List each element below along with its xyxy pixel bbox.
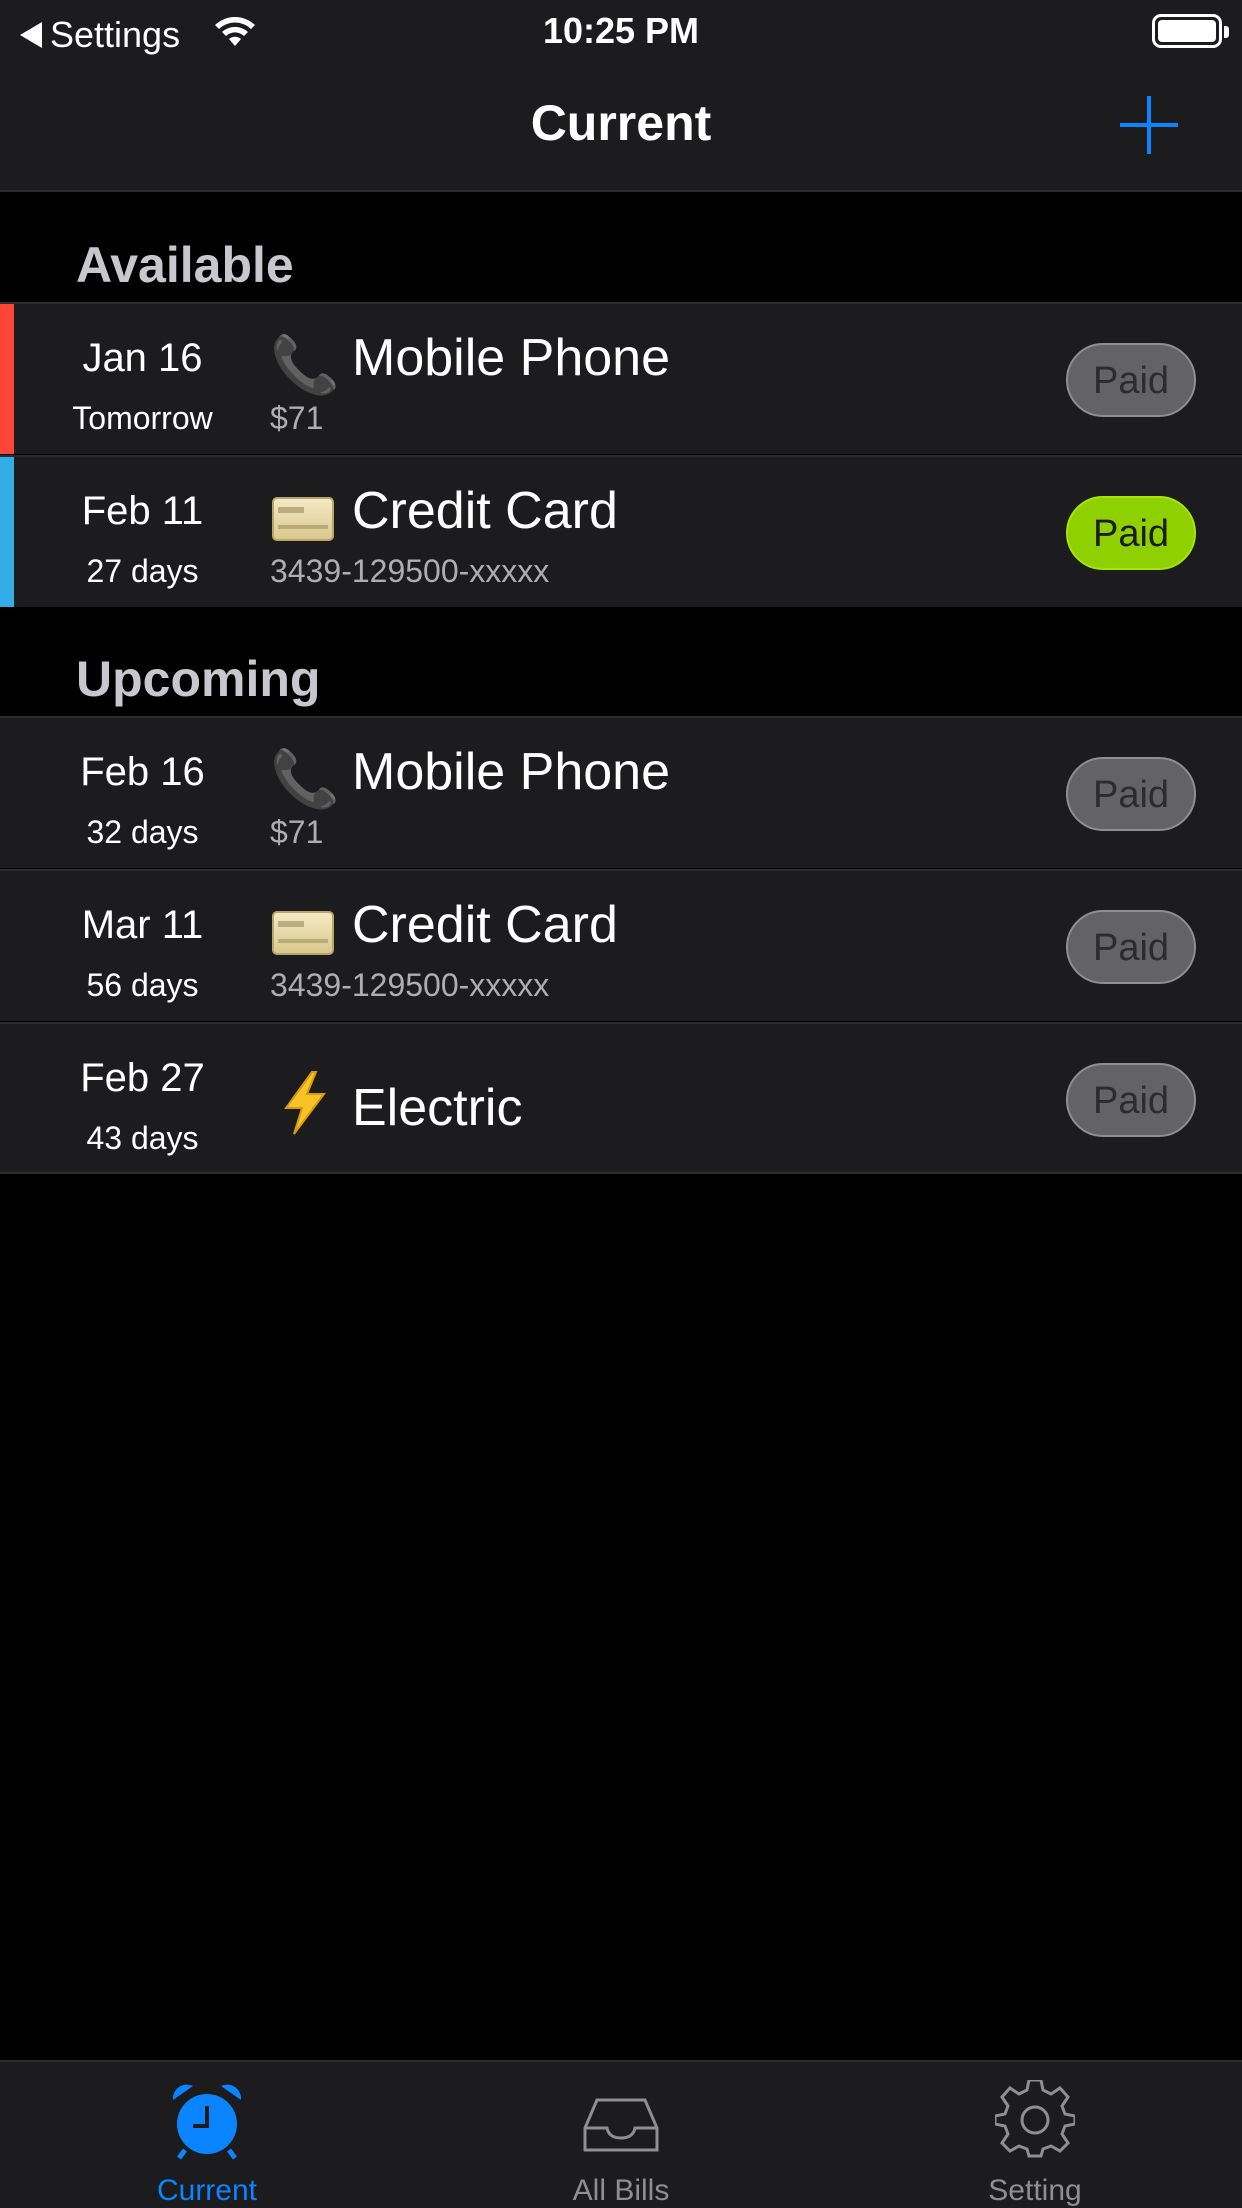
- bill-row[interactable]: Feb 11 27 days Credit Card 3439-129500-x…: [0, 455, 1242, 607]
- bill-name: Mobile Phone: [352, 743, 670, 801]
- bill-row[interactable]: Mar 11 56 days Credit Card 3439-129500-x…: [0, 869, 1242, 1021]
- paid-button[interactable]: Paid: [1066, 757, 1196, 831]
- bill-row[interactable]: Feb 16 32 days 📞 Mobile Phone $71 Paid: [0, 716, 1242, 868]
- gear-icon: [995, 2080, 1075, 2158]
- due-relative: 32 days: [86, 814, 199, 850]
- inbox-tray-icon: [583, 2098, 659, 2152]
- lightning-icon: [284, 1071, 326, 1135]
- tab-label: Current: [156, 2174, 258, 2207]
- paid-button[interactable]: Paid: [1066, 910, 1196, 984]
- section-header-upcoming: Upcoming: [76, 651, 321, 707]
- status-bar: Settings 10:25 PM: [0, 0, 1242, 64]
- bill-detail: 3439-129500-xxxxx: [270, 553, 550, 589]
- tab-setting[interactable]: Setting: [828, 2062, 1242, 2208]
- tab-bar: Current All Bills Setting: [0, 2060, 1242, 2208]
- navigation-bar: Current: [0, 64, 1242, 192]
- due-date: Jan 16: [82, 336, 203, 380]
- paid-button[interactable]: Paid: [1066, 343, 1196, 417]
- due-relative: 43 days: [86, 1120, 199, 1156]
- due-date: Mar 11: [81, 903, 204, 947]
- tab-all-bills[interactable]: All Bills: [414, 2062, 828, 2208]
- due-date: Feb 27: [80, 1056, 205, 1100]
- phone-icon: 📞: [270, 747, 340, 810]
- alarm-clock-icon: [172, 2084, 242, 2160]
- clock: 10:25 PM: [542, 10, 700, 51]
- due-relative: Tomorrow: [72, 400, 213, 436]
- bill-name: Credit Card: [352, 482, 618, 540]
- due-relative: 27 days: [86, 553, 199, 589]
- bill-detail: $71: [270, 814, 324, 850]
- tab-label: Setting: [988, 2174, 1082, 2207]
- bill-detail: $71: [270, 400, 324, 436]
- credit-card-icon: [272, 911, 334, 955]
- due-date: Feb 16: [80, 750, 205, 794]
- section-header-available: Available: [76, 237, 294, 293]
- paid-button[interactable]: Paid: [1066, 496, 1196, 570]
- tab-current[interactable]: Current: [0, 2062, 414, 2208]
- page-title: Current: [530, 95, 712, 151]
- due-date: Feb 11: [81, 489, 204, 533]
- bill-detail: 3439-129500-xxxxx: [270, 967, 550, 1003]
- add-bill-button[interactable]: [1120, 96, 1178, 154]
- bill-row[interactable]: Feb 27 43 days Electric Paid: [0, 1022, 1242, 1174]
- credit-card-icon: [272, 497, 334, 541]
- bill-name: Credit Card: [352, 896, 618, 954]
- bill-name: Electric: [352, 1079, 523, 1137]
- status-stripe: [0, 457, 14, 607]
- status-stripe: [0, 304, 14, 454]
- paid-button[interactable]: Paid: [1066, 1063, 1196, 1137]
- due-relative: 56 days: [86, 967, 199, 1003]
- phone-icon: 📞: [270, 333, 340, 396]
- bill-row[interactable]: Jan 16 Tomorrow 📞 Mobile Phone $71 Paid: [0, 302, 1242, 454]
- tab-label: All Bills: [572, 2174, 670, 2207]
- battery-icon: [1152, 14, 1229, 48]
- bill-name: Mobile Phone: [352, 329, 670, 387]
